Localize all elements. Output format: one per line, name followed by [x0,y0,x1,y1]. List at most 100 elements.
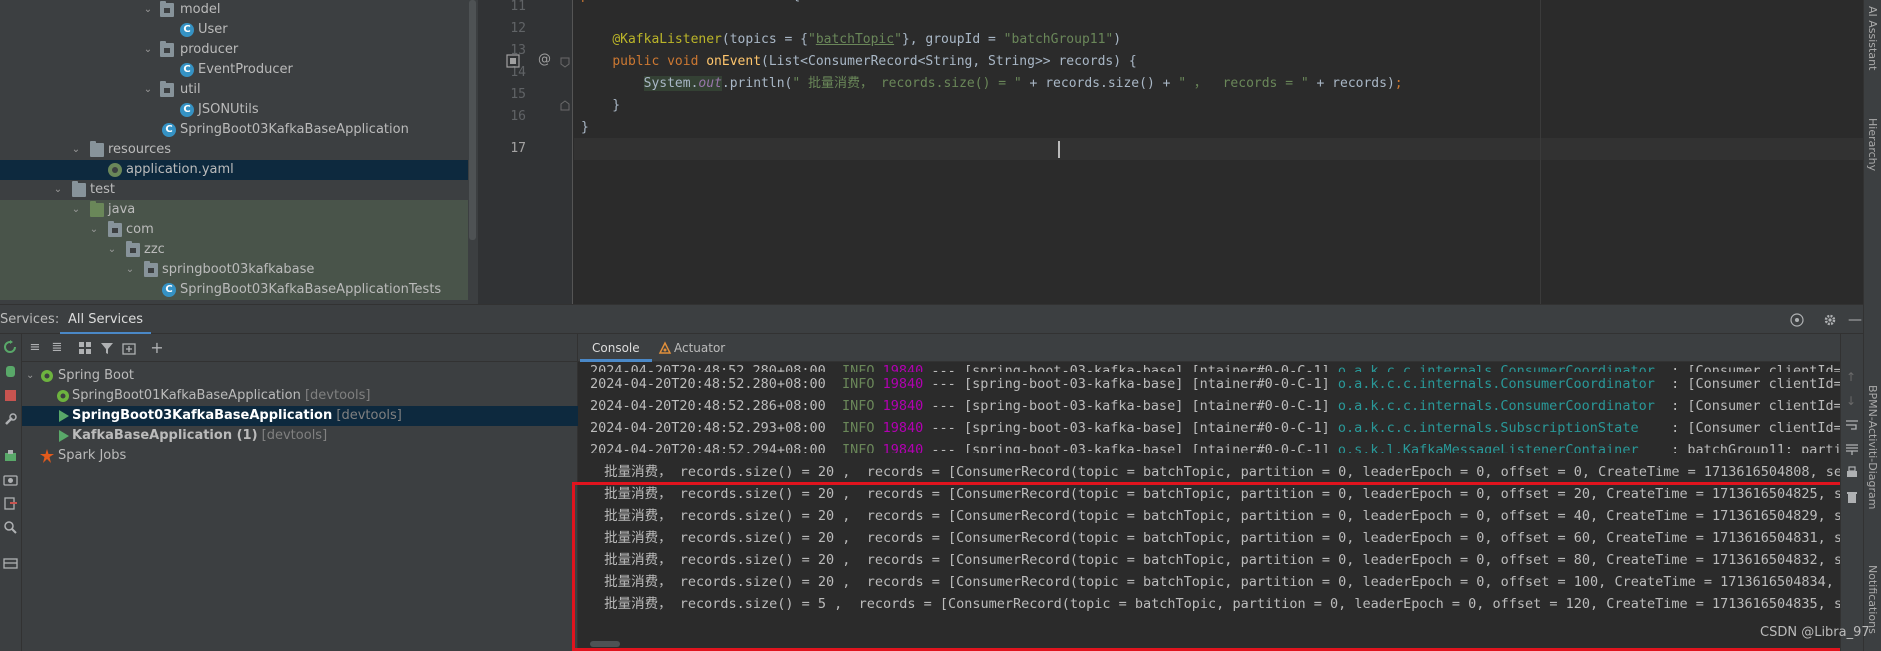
exit-icon[interactable] [3,496,18,511]
at-annotation-icon[interactable]: @ [538,52,552,67]
tree-scrollbar[interactable] [468,0,478,304]
code-editor[interactable]: 11 12 13 14 15 16 17 @ public class Even… [478,0,1881,304]
current-line-highlight [574,138,1881,160]
tree-item-com[interactable]: ⌄ com [0,220,468,240]
code-line-16: } [581,120,589,135]
tree-item-eventproducer[interactable]: C EventProducer [0,60,468,80]
chevron-down-icon[interactable]: ⌄ [70,203,82,217]
add-service-icon[interactable]: + [150,340,164,356]
minimize-icon[interactable]: — [1848,313,1862,327]
chevron-down-icon[interactable]: ⌄ [106,243,118,257]
fold-icon[interactable] [558,55,572,69]
rerun-icon[interactable] [3,340,18,355]
chevron-down-icon[interactable]: ⌄ [52,183,64,197]
chevron-down-icon[interactable]: ⌄ [142,43,154,57]
chevron-down-icon[interactable]: ⌄ [124,263,136,277]
tree-item-java[interactable]: ⌄ java [0,200,468,220]
tree-item-label: resources [108,142,172,157]
log-line: 2024-04-20T20:48:52.293+08:00 INFO 19840… [590,420,1867,436]
output-line: 批量消费， records.size() = 20 , records = [C… [596,574,1867,590]
service-app-springboot03[interactable]: SpringBoot03KafkaBaseApplication [devtoo… [22,406,578,426]
log-line: 2024-04-20T20:48:52.280+08:00 INFO 19840… [590,376,1867,392]
service-app-kafkabase[interactable]: KafkaBaseApplication (1) [devtools] [22,426,578,446]
services-side-toolbar [0,334,22,651]
console-panel[interactable]: Console Actuator 2024-04-20T20:48:52.280… [572,334,1866,651]
tool-window-bpmn[interactable]: BPMN-Activiti-Diagram [1866,385,1879,510]
tab-actuator[interactable]: Actuator [662,334,737,362]
tree-item-user[interactable]: C User [0,20,468,40]
tree-item-util[interactable]: ⌄ util [0,80,468,100]
log-line: 2024-04-20T20:48:52.286+08:00 INFO 19840… [590,398,1867,414]
current-line-number: 17 [510,141,526,156]
tree-item-zzc[interactable]: ⌄ zzc [0,240,468,260]
service-app-springboot01[interactable]: SpringBoot01KafkaBaseApplication [devtoo… [22,386,578,406]
tree-item-label: JSONUtils [198,102,259,117]
implementation-gutter-icon[interactable] [506,54,520,68]
services-tree-panel: ≡ ≣ + ⌄ Spring Boot SpringBoot01KafkaBas… [22,334,578,651]
chevron-down-icon[interactable]: ⌄ [26,367,34,385]
tool-window-hierarchy[interactable]: Hierarchy [1866,118,1879,171]
tree-item-application-yaml[interactable]: application.yaml [0,160,468,180]
yaml-file-icon [108,163,122,177]
chevron-down-icon[interactable]: ⌄ [70,143,82,157]
tab-all-services[interactable]: All Services [60,305,152,335]
gear-icon[interactable] [1823,313,1837,327]
tree-item-producer[interactable]: ⌄ producer [0,40,468,60]
stop-icon[interactable] [3,388,18,403]
chevron-down-icon[interactable]: ⌄ [142,83,154,97]
soft-wrap-icon[interactable] [1845,418,1859,432]
wrench-icon[interactable] [3,412,18,427]
service-group-spring-boot[interactable]: ⌄ Spring Boot [22,366,578,386]
tab-console[interactable]: Console [580,334,652,362]
code-line-14: System.out.println(" 批量消费， records.size(… [643,76,1403,91]
new-tab-icon[interactable] [122,341,136,355]
scroll-to-end-icon[interactable] [1845,442,1859,456]
output-line: 批量消费， records.size() = 20 , records = [C… [596,464,1867,480]
globe-icon[interactable] [1790,313,1804,327]
debug-icon[interactable] [3,364,18,379]
service-group-spark-jobs[interactable]: Spark Jobs [22,446,578,466]
arrow-up-icon[interactable]: ↑ [1846,370,1856,384]
filter-icon[interactable] [100,341,114,355]
tree-item-resources[interactable]: ⌄ resources [0,140,468,160]
expand-all-icon[interactable]: ≡ [28,341,42,355]
folder-icon [72,181,86,197]
spring-boot-icon [41,370,53,382]
layout-icon[interactable] [3,556,18,571]
collapse-all-icon[interactable]: ≣ [50,341,64,355]
deploy-icon[interactable] [3,448,18,463]
arrow-down-icon[interactable]: ↓ [1846,394,1856,408]
code-line-12: @KafkaListener(topics = {"batchTopic"}, … [612,32,1122,47]
search-settings-icon[interactable] [3,520,18,535]
group-by-icon[interactable] [78,341,92,355]
test-class-icon: C [162,283,176,297]
package-icon [160,1,174,17]
tree-item-label: zzc [144,242,165,257]
camera-icon[interactable] [3,472,18,487]
tree-item-jsonutils[interactable]: C JSONUtils [0,100,468,120]
tree-item-application-tests[interactable]: C SpringBoot03KafkaBaseApplicationTests [0,280,468,300]
text-caret [1058,141,1060,158]
running-play-icon [59,430,69,442]
service-group-label: Spring Boot [58,368,135,383]
tool-window-ai-assistant[interactable]: AI Assistant [1866,6,1879,70]
tree-item-label: model [180,2,221,17]
tree-item-test[interactable]: ⌄ test [0,180,468,200]
right-margin-guide [1540,0,1541,304]
tree-item-springboot03kafkabase[interactable]: ⌄ springboot03kafkabase [0,260,468,280]
tree-item-label: EventProducer [198,62,293,77]
chevron-down-icon[interactable]: ⌄ [142,3,154,17]
tree-item-main-application[interactable]: C SpringBoot03KafkaBaseApplication [0,120,468,140]
services-title: Services: [0,312,60,327]
code-line-15: } [581,98,621,113]
console-horizontal-scrollbar[interactable] [590,641,620,647]
tree-item-model[interactable]: ⌄ model [0,0,468,20]
trash-icon[interactable] [1845,490,1859,504]
print-icon[interactable] [1845,466,1859,480]
running-play-icon [59,410,69,422]
chevron-down-icon[interactable]: ⌄ [88,223,100,237]
fold-end-icon[interactable] [558,99,572,113]
tree-scrollbar-thumb[interactable] [469,0,476,240]
code-line-10: public class EventConsumer { [581,0,800,7]
tool-window-notifications[interactable]: Notifications [1866,565,1879,634]
